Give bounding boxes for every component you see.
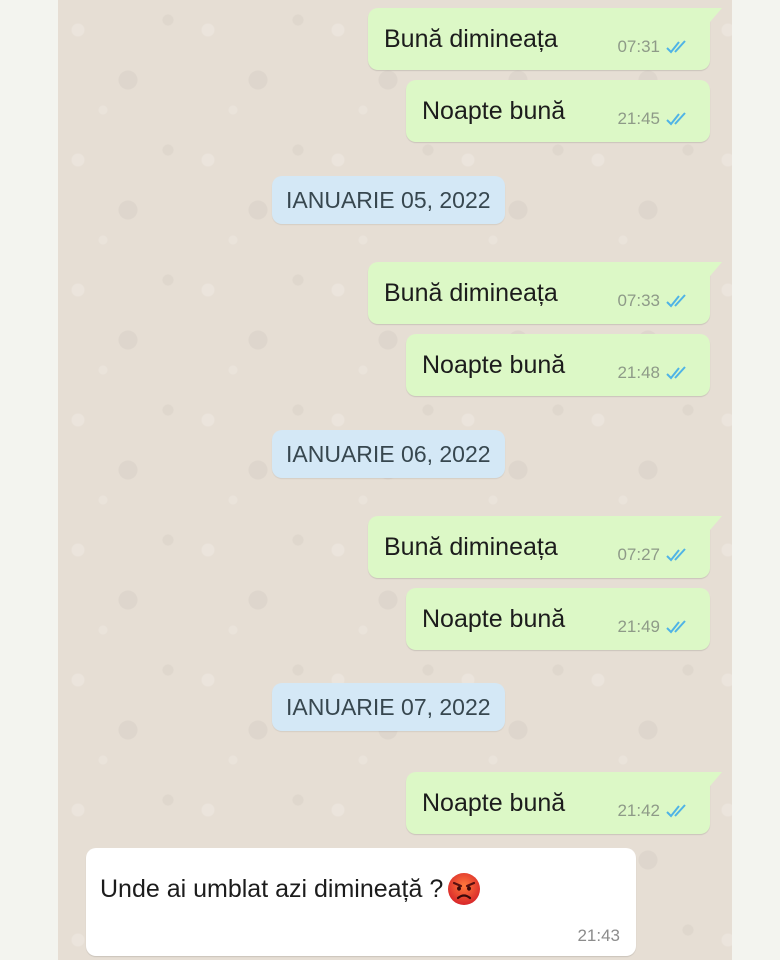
double-check-icon [666,620,686,634]
date-separator: IANUARIE 07, 2022 [272,683,505,731]
date-separator: IANUARIE 06, 2022 [272,430,505,478]
message-text: Noapte bună [422,789,566,817]
message-meta: 07:31 [617,37,692,57]
message-text: Bună dimineața [384,279,558,307]
message-text: Bună dimineața [384,533,558,561]
message-text: Noapte bună [422,97,566,125]
double-check-icon [666,366,686,380]
message-meta: 07:33 [617,291,692,311]
chat-area[interactable]: Bună dimineața 07:31 Noapte bună 21:45 I… [58,0,732,960]
double-check-icon [666,548,686,562]
outgoing-message[interactable]: Bună dimineața 07:31 [368,8,722,70]
outgoing-message[interactable]: Bună dimineața 07:33 [368,262,722,324]
message-meta: 21:42 [617,801,692,821]
message-text: Bună dimineața [384,25,558,53]
message-text: Noapte bună [422,605,566,633]
double-check-icon [666,804,686,818]
angry-face-icon [448,873,481,905]
outgoing-message[interactable]: Noapte bună 21:48 [406,334,710,396]
message-meta: 21:49 [617,617,692,637]
outgoing-message[interactable]: Noapte bună 21:49 [406,588,710,650]
double-check-icon [666,40,686,54]
incoming-message-content: Unde ai umblat azi dimineață ? [100,872,481,906]
message-time: 07:33 [617,291,660,310]
message-time: 21:45 [617,109,660,128]
double-check-icon [666,294,686,308]
date-separator: IANUARIE 05, 2022 [272,176,505,224]
outgoing-message[interactable]: Bună dimineața 07:27 [368,516,722,578]
double-check-icon [666,112,686,126]
outgoing-message[interactable]: Noapte bună 21:42 [406,772,722,834]
message-text: Unde ai umblat azi dimineață ? [100,874,444,903]
incoming-message[interactable]: Unde ai umblat azi dimineață ? 21:43 [86,848,636,956]
message-time: 07:31 [617,37,660,56]
right-margin [732,0,780,960]
message-time: 07:27 [617,545,660,564]
message-meta: 21:45 [617,109,692,129]
left-margin [0,0,58,960]
message-meta: 21:48 [617,363,692,383]
message-text: Noapte bună [422,351,566,379]
message-time: 21:43 [577,926,620,945]
message-meta: 07:27 [617,545,692,565]
message-time: 21:49 [617,617,660,636]
message-time: 21:42 [617,801,660,820]
message-time: 21:48 [617,363,660,382]
outgoing-message[interactable]: Noapte bună 21:45 [406,80,710,142]
